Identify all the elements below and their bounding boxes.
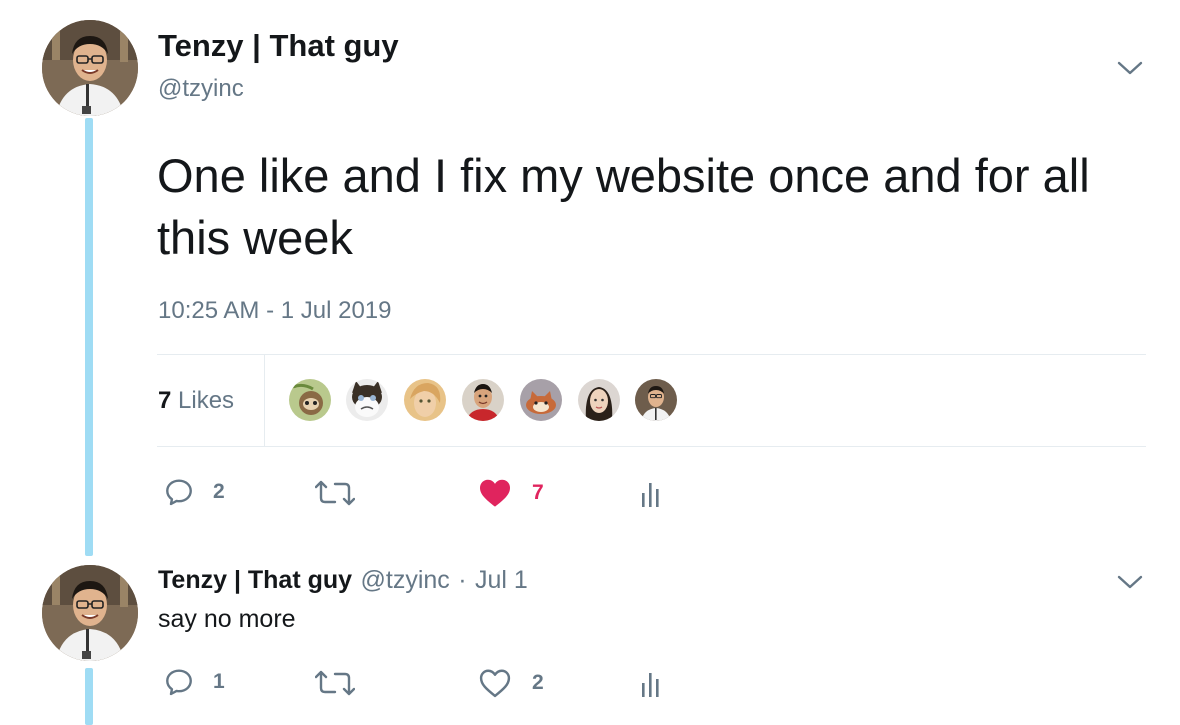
profile-photo bbox=[42, 20, 138, 116]
heart-icon bbox=[478, 668, 512, 698]
divider bbox=[157, 446, 1146, 447]
reply-icon bbox=[163, 476, 195, 508]
reply-button[interactable]: 1 bbox=[163, 666, 225, 698]
heart-icon bbox=[478, 478, 512, 508]
thread-line-top bbox=[85, 118, 93, 556]
analytics-button[interactable] bbox=[640, 480, 664, 508]
reply-text: say no more bbox=[158, 605, 296, 633]
like-count: 2 bbox=[532, 671, 544, 694]
retweet-icon bbox=[315, 668, 355, 698]
retweet-button[interactable] bbox=[315, 668, 373, 698]
likes-label: Likes bbox=[178, 387, 235, 414]
man-red-shirt-avatar[interactable] bbox=[460, 377, 506, 423]
reply-icon bbox=[163, 666, 195, 698]
profile-photo bbox=[42, 565, 138, 661]
blonde-person-avatar[interactable] bbox=[402, 377, 448, 423]
divider bbox=[157, 354, 1146, 355]
reply-button[interactable]: 2 bbox=[163, 476, 225, 508]
reply-author-handle[interactable]: @tzyinc bbox=[361, 566, 450, 594]
likers-list bbox=[287, 377, 687, 425]
analytics-icon bbox=[640, 480, 664, 508]
like-button[interactable]: 2 bbox=[478, 668, 544, 698]
reply-date[interactable]: Jul 1 bbox=[475, 566, 528, 594]
author-name[interactable]: Tenzy | That guy bbox=[158, 28, 399, 64]
tweet-timestamp[interactable]: 10:25 AM - 1 Jul 2019 bbox=[158, 297, 391, 325]
reply-author-name[interactable]: Tenzy | That guy bbox=[158, 566, 352, 594]
likes-count-link[interactable]: 7 Likes bbox=[158, 387, 234, 415]
avatar[interactable] bbox=[42, 20, 138, 116]
likes-divider bbox=[264, 355, 265, 446]
chevron-down-icon[interactable] bbox=[1116, 572, 1144, 592]
author-handle[interactable]: @tzyinc bbox=[158, 75, 244, 103]
thread-line-bottom bbox=[85, 668, 93, 725]
tenzy-avatar[interactable] bbox=[633, 377, 679, 423]
reply-count: 2 bbox=[213, 480, 225, 503]
tweet-text: One like and I fix my website once and f… bbox=[157, 149, 1090, 264]
chevron-down-icon[interactable] bbox=[1116, 58, 1144, 78]
retweet-icon bbox=[315, 478, 355, 508]
analytics-button[interactable] bbox=[640, 670, 664, 698]
analytics-icon bbox=[640, 670, 664, 698]
like-button[interactable]: 7 bbox=[478, 478, 544, 508]
reply-avatar[interactable] bbox=[42, 565, 138, 661]
cartoon-fox-avatar[interactable] bbox=[518, 377, 564, 423]
reply-count: 1 bbox=[213, 670, 225, 693]
retweet-button[interactable] bbox=[315, 478, 373, 508]
woman-avatar[interactable] bbox=[576, 377, 622, 423]
like-count: 7 bbox=[532, 481, 544, 504]
sloth-avatar[interactable] bbox=[287, 377, 333, 423]
grumpy-cat-avatar[interactable] bbox=[344, 377, 390, 423]
likes-count: 7 bbox=[158, 387, 172, 414]
meta-separator: · bbox=[458, 566, 467, 594]
reply-header: Tenzy | That guy @tzyinc · Jul 1 bbox=[158, 566, 528, 595]
